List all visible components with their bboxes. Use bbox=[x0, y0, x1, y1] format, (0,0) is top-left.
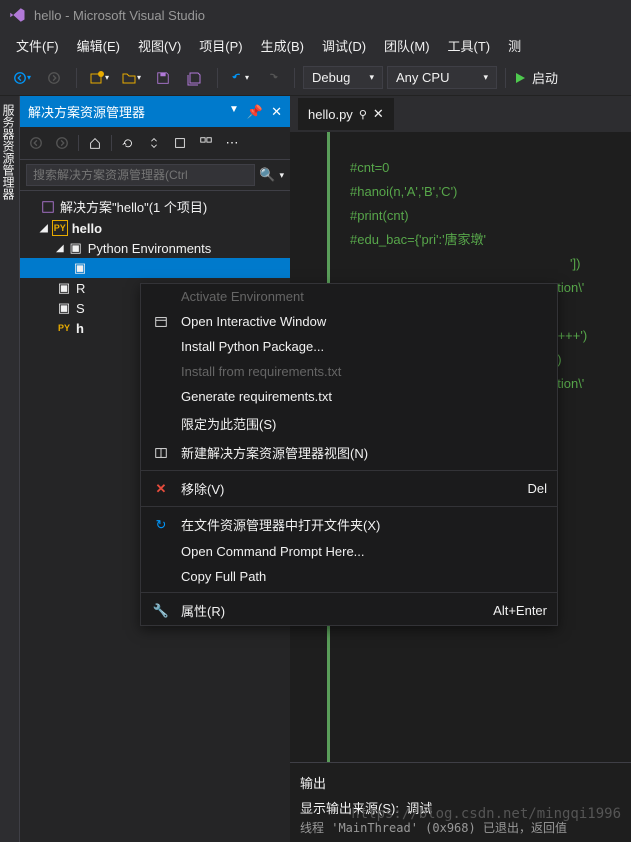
explorer-header: 解决方案资源管理器 ▼ 📌 ✕ bbox=[20, 96, 290, 127]
show-all-icon[interactable] bbox=[194, 131, 218, 155]
start-button[interactable]: 启动 bbox=[514, 68, 558, 87]
more-icon[interactable]: ⋯ bbox=[220, 131, 244, 155]
window-icon bbox=[151, 315, 171, 329]
ctx-scope-to-this[interactable]: 限定为此范围(S) bbox=[141, 409, 557, 438]
expand-icon[interactable]: ◢ bbox=[40, 223, 48, 234]
menu-edit[interactable]: 编辑(E) bbox=[69, 32, 128, 59]
ctx-open-in-explorer[interactable]: ↻在文件资源管理器中打开文件夹(X) bbox=[141, 510, 557, 539]
ctx-copy-path[interactable]: Copy Full Path bbox=[141, 564, 557, 589]
menu-tools[interactable]: 工具(T) bbox=[440, 32, 499, 59]
sync-icon[interactable] bbox=[142, 131, 166, 155]
expand-icon[interactable]: ◢ bbox=[56, 243, 64, 254]
folder-icon: ▣ bbox=[68, 240, 84, 256]
toolbar: ▾ ▾ ▾ ▾ Debug▾ Any CPU▾ 启动 bbox=[0, 60, 631, 96]
menu-project[interactable]: 项目(P) bbox=[191, 32, 250, 59]
python-file-icon: PY bbox=[56, 320, 72, 336]
python-project-icon: PY bbox=[52, 220, 68, 236]
et-back-icon[interactable] bbox=[24, 131, 48, 155]
close-tab-icon[interactable]: ✕ bbox=[373, 106, 384, 122]
save-button[interactable] bbox=[149, 64, 177, 92]
menu-team[interactable]: 团队(M) bbox=[376, 32, 438, 59]
config-select[interactable]: Debug▾ bbox=[303, 66, 383, 89]
undo-button[interactable]: ▾ bbox=[226, 64, 254, 92]
platform-select[interactable]: Any CPU▾ bbox=[387, 66, 497, 89]
ctx-install-requirements: Install from requirements.txt bbox=[141, 359, 557, 384]
output-title: 输出 bbox=[300, 769, 621, 796]
remove-icon: ✕ bbox=[151, 481, 171, 497]
env-node[interactable]: ▣ bbox=[20, 258, 290, 278]
search-dropdown-icon[interactable]: ▾ bbox=[279, 170, 284, 181]
et-forward-icon[interactable] bbox=[50, 131, 74, 155]
menu-build[interactable]: 生成(B) bbox=[253, 32, 312, 59]
refresh-icon[interactable] bbox=[116, 131, 140, 155]
pin-tab-icon[interactable]: ⚲ bbox=[359, 108, 367, 121]
open-file-button[interactable]: ▾ bbox=[117, 64, 145, 92]
new-view-icon bbox=[151, 446, 171, 460]
home-icon[interactable] bbox=[83, 131, 107, 155]
new-project-button[interactable]: ▾ bbox=[85, 64, 113, 92]
output-panel: 输出 显示输出来源(S): 调试 线程 'MainThread' (0x968)… bbox=[290, 762, 631, 842]
ctx-generate-requirements[interactable]: Generate requirements.txt bbox=[141, 384, 557, 409]
ctx-install-package[interactable]: Install Python Package... bbox=[141, 334, 557, 359]
vs-logo-icon bbox=[8, 6, 26, 24]
item-icon: ▣ bbox=[56, 300, 72, 316]
ctx-open-interactive[interactable]: Open Interactive Window bbox=[141, 309, 557, 334]
explorer-search: 🔍 ▾ bbox=[20, 160, 290, 191]
editor-tabs: hello.py ⚲ ✕ bbox=[290, 96, 631, 132]
titlebar: hello - Microsoft Visual Studio bbox=[0, 0, 631, 30]
search-input[interactable] bbox=[26, 164, 255, 186]
item-icon: ▣ bbox=[56, 280, 72, 296]
project-node[interactable]: ◢ PY hello bbox=[20, 218, 290, 238]
refresh-icon: ↻ bbox=[151, 517, 171, 533]
ctx-remove[interactable]: ✕移除(V)Del bbox=[141, 474, 557, 503]
env-icon: ▣ bbox=[72, 260, 88, 276]
ctx-properties[interactable]: 🔧属性(R)Alt+Enter bbox=[141, 596, 557, 625]
menu-view[interactable]: 视图(V) bbox=[130, 32, 189, 59]
server-explorer-tab[interactable]: 服务器资源管理器 bbox=[0, 96, 20, 842]
watermark: https://blog.csdn.net/mingqi1996 bbox=[351, 806, 621, 822]
menu-test[interactable]: 测 bbox=[500, 32, 529, 59]
solution-icon bbox=[40, 199, 56, 215]
ctx-activate-env: Activate Environment bbox=[141, 284, 557, 309]
nav-forward-button[interactable] bbox=[40, 64, 68, 92]
wrench-icon: 🔧 bbox=[151, 603, 171, 619]
env-folder-node[interactable]: ◢ ▣ Python Environments bbox=[20, 238, 290, 258]
context-menu: Activate Environment Open Interactive Wi… bbox=[140, 283, 558, 626]
redo-button[interactable] bbox=[258, 64, 286, 92]
search-icon[interactable]: 🔍 bbox=[259, 167, 275, 183]
editor-tab[interactable]: hello.py ⚲ ✕ bbox=[298, 98, 394, 130]
menu-file[interactable]: 文件(F) bbox=[8, 32, 67, 59]
solution-node[interactable]: 解决方案"hello"(1 个项目) bbox=[20, 195, 290, 218]
dropdown-icon[interactable]: ▼ bbox=[229, 104, 239, 120]
ctx-open-cmd[interactable]: Open Command Prompt Here... bbox=[141, 539, 557, 564]
play-icon bbox=[514, 72, 526, 84]
collapse-icon[interactable] bbox=[168, 131, 192, 155]
explorer-title: 解决方案资源管理器 bbox=[28, 102, 145, 121]
menu-debug[interactable]: 调试(D) bbox=[314, 32, 374, 59]
menubar: 文件(F) 编辑(E) 视图(V) 项目(P) 生成(B) 调试(D) 团队(M… bbox=[0, 30, 631, 60]
nav-back-button[interactable]: ▾ bbox=[8, 64, 36, 92]
save-all-button[interactable] bbox=[181, 64, 209, 92]
explorer-toolbar: ⋯ bbox=[20, 127, 290, 160]
ctx-new-solution-view[interactable]: 新建解决方案资源管理器视图(N) bbox=[141, 438, 557, 467]
pin-icon[interactable]: 📌 bbox=[247, 104, 263, 120]
window-title: hello - Microsoft Visual Studio bbox=[34, 8, 205, 23]
close-icon[interactable]: ✕ bbox=[271, 104, 282, 120]
